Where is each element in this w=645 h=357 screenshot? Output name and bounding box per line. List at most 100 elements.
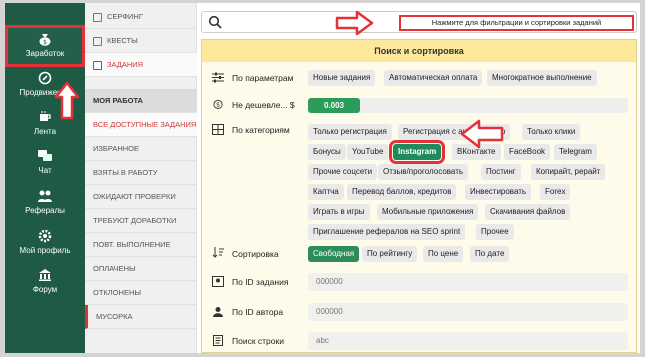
chip-category[interactable]: Только регистрация <box>308 124 392 140</box>
sidebar-item-label: Лента <box>33 127 57 136</box>
price-label: Не дешевле... $ <box>232 100 295 110</box>
id-card-icon <box>212 276 224 287</box>
string-search-label: Поиск строки <box>232 336 284 346</box>
menu-item-trash[interactable]: Мусорка <box>85 305 197 329</box>
sidebar-item-referrals[interactable]: Рефералы <box>5 189 85 219</box>
menu-item-quests[interactable]: Квесты <box>85 29 197 53</box>
sort-price[interactable]: По цене <box>423 246 464 262</box>
sidebar-item-label: Чат <box>38 166 52 175</box>
chip-category[interactable]: Скачивания файлов <box>485 204 571 220</box>
money-bag-icon: $ <box>39 34 51 46</box>
price-value: 0.003 <box>308 98 360 113</box>
menu-item-label: Квесты <box>107 36 138 45</box>
rocket-icon <box>38 71 52 85</box>
main-content: Нажмите для фильтрации и сортировки зада… <box>199 3 640 353</box>
price-bag-icon: $ <box>213 99 223 109</box>
panel-title: Поиск и сортировка <box>202 40 636 62</box>
chip-category[interactable]: Перевод баллов, кредитов <box>347 184 457 200</box>
chip-category[interactable]: Копирайт, рерайт <box>531 164 606 180</box>
main-sidebar: $ Заработок Продвижение Лента Чат Рефера… <box>5 3 85 353</box>
string-search-row: Поиск строки abc <box>202 330 636 352</box>
chip-category[interactable]: Инвестировать <box>465 184 532 200</box>
menu-item-tasks[interactable]: Задания <box>85 53 197 77</box>
svg-text:$: $ <box>216 101 220 109</box>
price-row: $ Не дешевле... $ 0.003 <box>202 95 636 115</box>
chip-new-tasks[interactable]: Новые задания <box>308 70 376 86</box>
author-id-row: По ID автора 000000 <box>202 301 636 323</box>
sort-icon <box>212 247 224 258</box>
list-icon <box>93 36 102 46</box>
briefcase-icon <box>93 60 102 70</box>
chip-multiple[interactable]: Многократное выполнение <box>487 70 597 86</box>
sidebar-item-forum[interactable]: Форум <box>5 268 85 298</box>
work-menu: Серфинг Квесты Задания Моя работа Все до… <box>85 3 197 353</box>
chip-category[interactable]: Отзыв/проголосовать <box>378 164 469 180</box>
chip-category[interactable]: Играть в игры <box>308 204 370 220</box>
sidebar-item-earnings[interactable]: $ Заработок <box>5 25 85 67</box>
chip-category[interactable]: Прочие соцсети <box>308 164 378 180</box>
string-search-input[interactable]: abc <box>308 332 628 350</box>
menu-item-taken[interactable]: Взяты в работу <box>85 161 197 185</box>
forum-icon <box>39 269 51 281</box>
menu-item-surfing[interactable]: Серфинг <box>85 5 197 29</box>
grid-icon <box>212 124 224 135</box>
chip-category[interactable]: Каптча <box>308 184 344 200</box>
menu-item-awaiting-review[interactable]: Ожидают проверки <box>85 185 197 209</box>
sort-label: Сортировка <box>232 249 279 259</box>
author-id-input[interactable]: 000000 <box>308 303 628 321</box>
chip-category[interactable]: Только клики <box>522 124 581 140</box>
menu-item-label: Серфинг <box>107 12 143 21</box>
chip-category[interactable]: Telegram <box>554 144 597 160</box>
sliders-icon <box>212 72 224 83</box>
sort-rating[interactable]: По рейтингу <box>362 246 418 262</box>
sidebar-item-profile[interactable]: Мой профиль <box>5 229 85 259</box>
app-frame: $ Заработок Продвижение Лента Чат Рефера… <box>5 3 640 353</box>
sort-date[interactable]: По дате <box>470 246 510 262</box>
chip-category[interactable]: Forex <box>540 184 571 200</box>
menu-item-repeat[interactable]: Повт. выполнение <box>85 233 197 257</box>
params-label: По параметрам <box>232 73 294 83</box>
monitor-icon <box>93 12 102 22</box>
chip-category[interactable]: YouTube <box>347 144 389 160</box>
chip-auto-payment[interactable]: Автоматическая оплата <box>384 70 483 86</box>
chip-category[interactable]: Бонусы <box>308 144 346 160</box>
gear-icon <box>38 229 52 243</box>
chip-category[interactable]: Приглашение рефералов на SEO sprint <box>308 224 466 240</box>
menu-item-rejected[interactable]: Отклонены <box>85 281 197 305</box>
menu-section-title: Моя работа <box>85 89 197 113</box>
menu-item-paid[interactable]: Оплачены <box>85 257 197 281</box>
menu-item-needs-revision[interactable]: Требуют доработки <box>85 209 197 233</box>
sidebar-item-label: Мой профиль <box>19 246 71 255</box>
chip-category[interactable]: FaceBook <box>504 144 551 160</box>
menu-item-favorites[interactable]: Избранное <box>85 137 197 161</box>
task-id-row: По ID задания 000000 <box>202 271 636 293</box>
search-icon <box>208 15 222 29</box>
sidebar-item-chat[interactable]: Чат <box>5 149 85 179</box>
chat-icon <box>38 150 52 161</box>
menu-item-all-available[interactable]: Все доступные задания <box>85 113 197 137</box>
chip-category[interactable]: Постинг <box>481 164 521 180</box>
price-slider[interactable]: 0.003 <box>308 98 628 113</box>
params-row: По параметрам Новые задания Автоматическ… <box>202 68 636 88</box>
chip-category-instagram[interactable]: Instagram <box>388 140 446 164</box>
task-id-input[interactable]: 000000 <box>308 273 628 291</box>
cup-icon <box>40 111 51 121</box>
sidebar-item-label: Форум <box>32 285 58 294</box>
arrow-left-icon <box>460 119 504 149</box>
svg-text:$: $ <box>43 39 47 46</box>
filter-hint-text[interactable]: Нажмите для фильтрации и сортировки зада… <box>399 15 634 31</box>
menu-item-label: Задания <box>107 60 144 69</box>
chip-category[interactable]: Мобильные приложения <box>377 204 479 220</box>
author-id-label: По ID автора <box>232 307 284 317</box>
arrow-right-icon <box>335 10 374 36</box>
search-sort-panel: Поиск и сортировка По параметрам Новые з… <box>201 39 637 353</box>
chip-category[interactable]: Прочее <box>476 224 514 240</box>
sort-free[interactable]: Свободная <box>308 246 360 262</box>
categories-label: По категориям <box>232 125 290 135</box>
people-icon <box>38 190 52 202</box>
sort-row: Сортировка Свободная По рейтингу По цене… <box>202 244 636 264</box>
sidebar-item-label: Заработок <box>25 49 65 58</box>
document-icon <box>213 335 223 346</box>
task-id-label: По ID задания <box>232 277 289 287</box>
arrow-up-icon <box>54 81 80 120</box>
